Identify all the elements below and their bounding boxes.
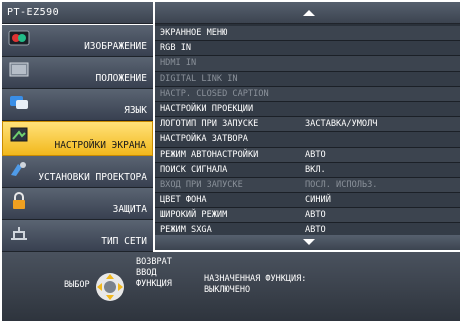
menu-item-label: ИЗОБРАЖЕНИЕ (84, 41, 147, 52)
setting-row-startup-logo[interactable]: ЛОГОТИП ПРИ ЗАПУСКЕ ЗАСТАВКА/УМОЛЧ (155, 117, 460, 133)
assigned-function-value: ВЫКЛЮЧЕНО (204, 285, 251, 295)
main-menu: ИЗОБРАЖЕНИЕ ПОЛОЖЕНИЕ ЯЗЫК НАСТРОЙКИ ЭКР… (2, 25, 153, 252)
projector-setup-icon (11, 162, 26, 176)
menu-item-language[interactable]: ЯЗЫК (2, 89, 153, 121)
scroll-up-indicator[interactable] (155, 2, 460, 24)
menu-item-label: УСТАНОВКИ ПРОЕКТОРА (38, 172, 147, 183)
menu-item-label: НАСТРОЙКИ ЭКРАНА (54, 140, 146, 151)
action-guide: ВОЗВРАТ ВВОД ФУНКЦИЯ (136, 257, 172, 290)
menu-item-position[interactable]: ПОЛОЖЕНИЕ (2, 57, 153, 89)
submenu-panel: ЭКРАННОЕ МЕНЮ RGB IN HDMI IN DIGITAL LIN… (155, 2, 460, 250)
menu-item-security[interactable]: ЗАЩИТА (2, 188, 153, 220)
menu-item-image[interactable]: ИЗОБРАЖЕНИЕ (2, 25, 153, 57)
setting-row-digital-link-in: DIGITAL LINK IN (155, 71, 460, 87)
chevron-down-icon (303, 239, 315, 245)
network-icon (11, 227, 27, 240)
language-icon (10, 96, 28, 109)
setting-row-rgb-in[interactable]: RGB IN (155, 41, 460, 57)
menu-item-display-settings[interactable]: НАСТРОЙКИ ЭКРАНА (2, 121, 153, 156)
setting-row-auto-setup-mode[interactable]: РЕЖИМ АВТОНАСТРОЙКИ АВТО (155, 147, 460, 163)
setting-row-signal-search[interactable]: ПОИСК СИГНАЛА ВКЛ. (155, 162, 460, 178)
setting-row-startup-input: ВХОД ПРИ ЗАПУСКЕ ПОСЛ. ИСПОЛЬЗ. (155, 177, 460, 194)
setting-row-onscreen-menu[interactable]: ЭКРАННОЕ МЕНЮ (155, 26, 460, 42)
enter-guide-label: ВВОД (136, 268, 157, 278)
select-guide-label: ВЫБОР (64, 280, 90, 290)
menu-item-network[interactable]: ТИП СЕТИ (2, 220, 153, 252)
setting-row-background-color[interactable]: ЦВЕТ ФОНА СИНИЙ (155, 193, 460, 209)
assigned-function-label: НАЗНАЧЕННАЯ ФУНКЦИЯ: (204, 274, 307, 284)
menu-item-label: ЗАЩИТА (112, 204, 147, 215)
menu-item-label: ЯЗЫК (124, 105, 147, 116)
setting-row-hdmi-in: HDMI IN (155, 56, 460, 72)
dpad-icon (96, 273, 124, 301)
setting-row-wide-mode[interactable]: ШИРОКИЙ РЕЖИМ АВТО (155, 208, 460, 224)
setting-row-shutter-settings[interactable]: НАСТРОЙКА ЗАТВОРА (155, 132, 460, 148)
menu-item-projector-setup[interactable]: УСТАНОВКИ ПРОЕКТОРА (2, 156, 153, 188)
position-icon (9, 62, 29, 77)
chevron-up-icon (303, 10, 315, 16)
menu-item-label: ТИП СЕТИ (101, 236, 147, 247)
settings-list: ЭКРАННОЕ МЕНЮ RGB IN HDMI IN DIGITAL LIN… (155, 26, 460, 239)
function-guide-label: ФУНКЦИЯ (136, 279, 172, 289)
setting-row-closed-caption: НАСТР. CLOSED CAPTION (155, 86, 460, 102)
display-settings-icon (10, 127, 28, 142)
assigned-function: НАЗНАЧЕННАЯ ФУНКЦИЯ: ВЫКЛЮЧЕНО (204, 274, 306, 296)
return-guide-label: ВОЗВРАТ (136, 257, 172, 267)
lock-icon (13, 192, 25, 209)
model-title: PT-EZ590 (2, 2, 153, 24)
projector-osd-screen: PT-EZ590 ИЗОБРАЖЕНИЕ ПОЛОЖЕНИЕ ЯЗЫК НАСТ… (0, 0, 462, 323)
menu-item-label: ПОЛОЖЕНИЕ (95, 73, 147, 84)
setting-row-projection-settings[interactable]: НАСТРОЙКИ ПРОЕКЦИИ (155, 101, 460, 118)
image-icon (8, 30, 30, 46)
scroll-down-indicator[interactable] (155, 235, 460, 250)
operation-guide: ВЫБОР ВОЗВРАТ ВВОД ФУНКЦИЯ НАЗНАЧЕННАЯ Ф… (2, 252, 460, 321)
